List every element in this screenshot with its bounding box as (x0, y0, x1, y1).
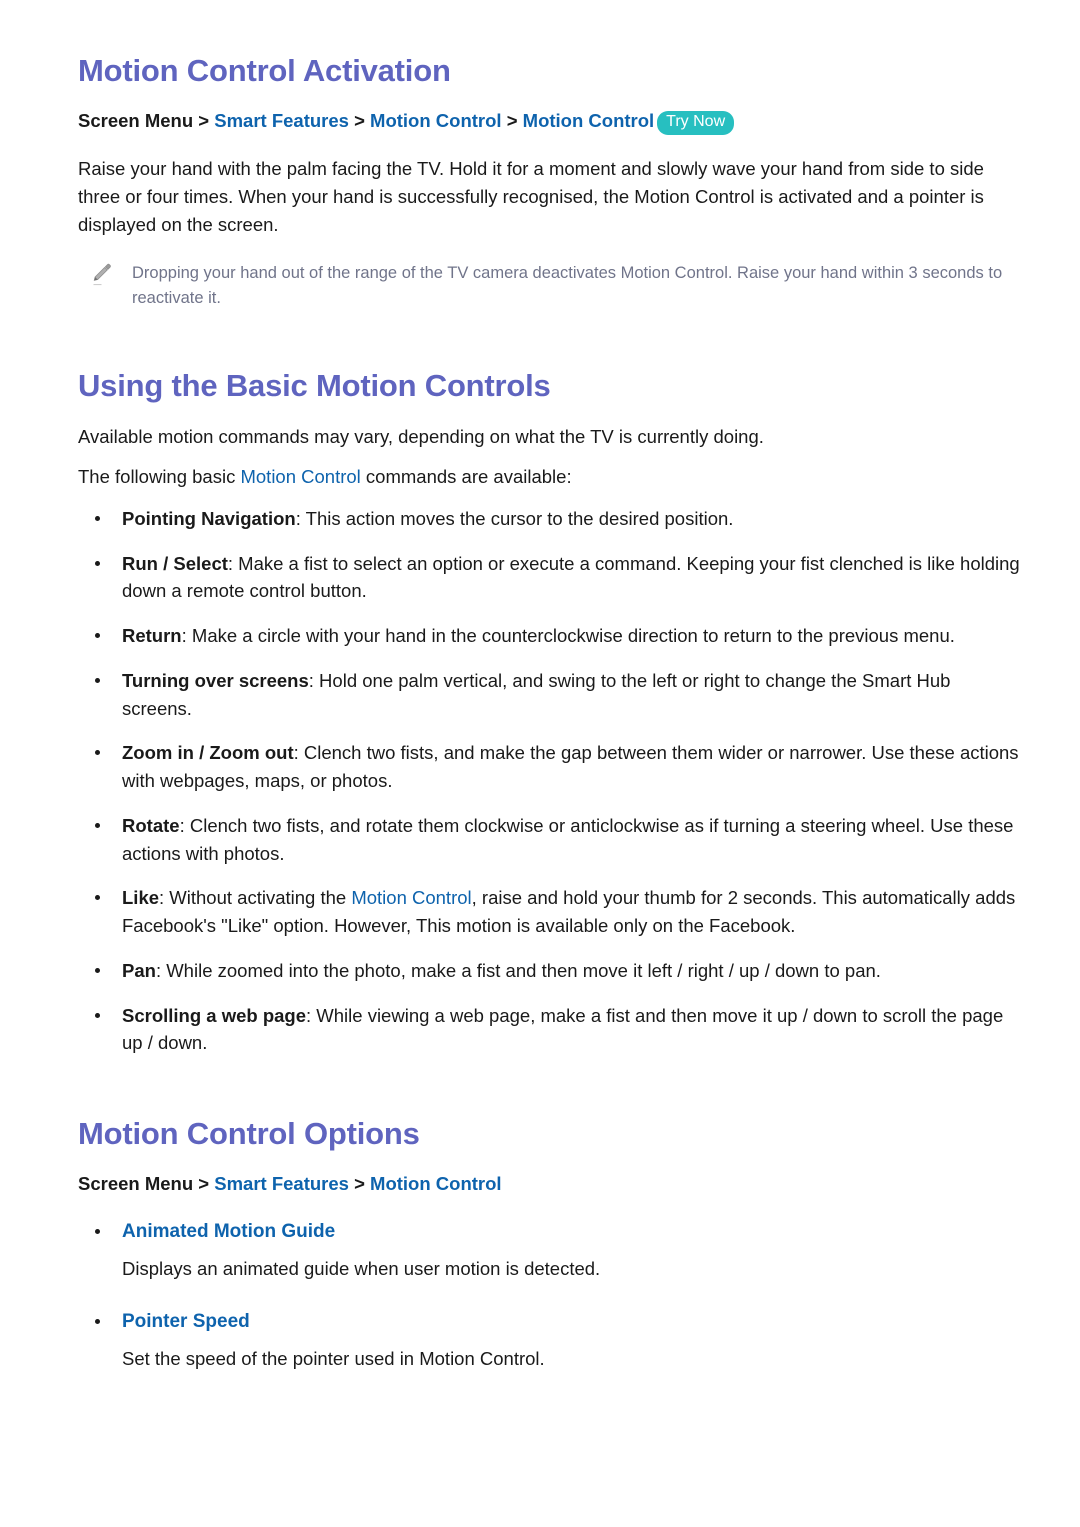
breadcrumb-item-motion-control-2[interactable]: Motion Control (523, 110, 655, 131)
breadcrumb-item-smart-features[interactable]: Smart Features (214, 1173, 349, 1194)
breadcrumb-separator: > (198, 1173, 210, 1195)
breadcrumb-item-motion-control[interactable]: Motion Control (370, 110, 502, 131)
page-title-using-basic-motion-controls: Using the Basic Motion Controls (78, 368, 551, 404)
inline-link-motion-control[interactable]: Motion Control (240, 466, 360, 487)
list-item: Pointing Navigation: This action moves t… (78, 505, 1020, 533)
page-title-motion-control-activation: Motion Control Activation (78, 53, 451, 88)
list-item: Scrolling a web page: While viewing a we… (78, 1002, 1020, 1058)
command-term: Scrolling a web page (122, 1004, 307, 1026)
command-description: : Make a circle with your hand in the co… (181, 625, 955, 647)
command-description: : Clench two fists, and rotate them cloc… (122, 814, 1014, 864)
list-item: Return: Make a circle with your hand in … (78, 622, 1020, 650)
breadcrumb-separator: > (354, 1173, 365, 1195)
command-term: Pointing Navigation (122, 507, 296, 529)
breadcrumb-separator: > (198, 110, 210, 132)
basic-controls-intro-2: The following basic Motion Control comma… (78, 463, 1008, 491)
breadcrumb-activation: Screen Menu > Smart Features > Motion Co… (78, 107, 1020, 135)
document-page: Motion Control Activation Screen Menu > … (0, 0, 1080, 1527)
option-pointer-speed[interactable]: Pointer Speed (78, 1308, 1020, 1337)
command-term: Zoom in / Zoom out (122, 742, 294, 764)
motion-commands-list: Pointing Navigation: This action moves t… (78, 505, 1020, 1057)
breadcrumb-separator: > (354, 110, 365, 132)
pencil-icon (92, 263, 116, 287)
note-block: Dropping your hand out of the range of t… (92, 261, 1020, 311)
command-term: Turning over screens (122, 669, 309, 691)
list-item: Run / Select: Make a fist to select an o… (78, 550, 1020, 606)
breadcrumb-root: Screen Menu (78, 110, 194, 132)
option-pointer-speed-description: Set the speed of the pointer used in Mot… (122, 1347, 545, 1369)
command-term: Return (122, 625, 182, 647)
list-item: Pan: While zoomed into the photo, make a… (78, 957, 1020, 985)
breadcrumb-options: Screen Menu > Smart Features > Motion Co… (78, 1170, 1020, 1198)
command-term: Run / Select (122, 552, 228, 574)
note-text: Dropping your hand out of the range of t… (132, 264, 1003, 308)
motion-control-options-list: Animated Motion Guide Displays an animat… (78, 1218, 1020, 1373)
command-term: Rotate (122, 814, 180, 836)
intro-text-after: commands are available: (360, 465, 572, 487)
breadcrumb-item-motion-control[interactable]: Motion Control (370, 1173, 502, 1194)
option-animated-motion-guide[interactable]: Animated Motion Guide (78, 1218, 1020, 1247)
option-animated-motion-guide-description: Displays an animated guide when user mot… (122, 1257, 601, 1279)
command-description: : This action moves the cursor to the de… (295, 507, 734, 529)
command-description-before: : Without activating the (159, 887, 352, 909)
basic-controls-intro-1: Available motion commands may vary, depe… (78, 425, 764, 447)
intro-text-before: The following basic (78, 465, 241, 487)
command-term: Pan (122, 959, 156, 981)
command-term: Like (122, 887, 160, 909)
list-item: Rotate: Clench two fists, and rotate the… (78, 812, 1020, 868)
list-item: Like: Without activating the Motion Cont… (78, 884, 1020, 940)
activation-paragraph: Raise your hand with the palm facing the… (78, 157, 984, 236)
list-item: Turning over screens: Hold one palm vert… (78, 667, 1020, 723)
breadcrumb-root: Screen Menu (78, 1173, 194, 1195)
page-title-motion-control-options: Motion Control Options (78, 1116, 420, 1152)
breadcrumb-item-smart-features[interactable]: Smart Features (214, 110, 349, 131)
command-description: : While zoomed into the photo, make a fi… (155, 959, 881, 981)
list-item: Zoom in / Zoom out: Clench two fists, an… (78, 739, 1020, 795)
command-description: : Make a fist to select an option or exe… (122, 552, 1020, 602)
inline-link-motion-control[interactable]: Motion Control (351, 887, 471, 908)
try-now-badge[interactable]: Try Now (657, 111, 735, 135)
breadcrumb-separator: > (506, 110, 518, 132)
